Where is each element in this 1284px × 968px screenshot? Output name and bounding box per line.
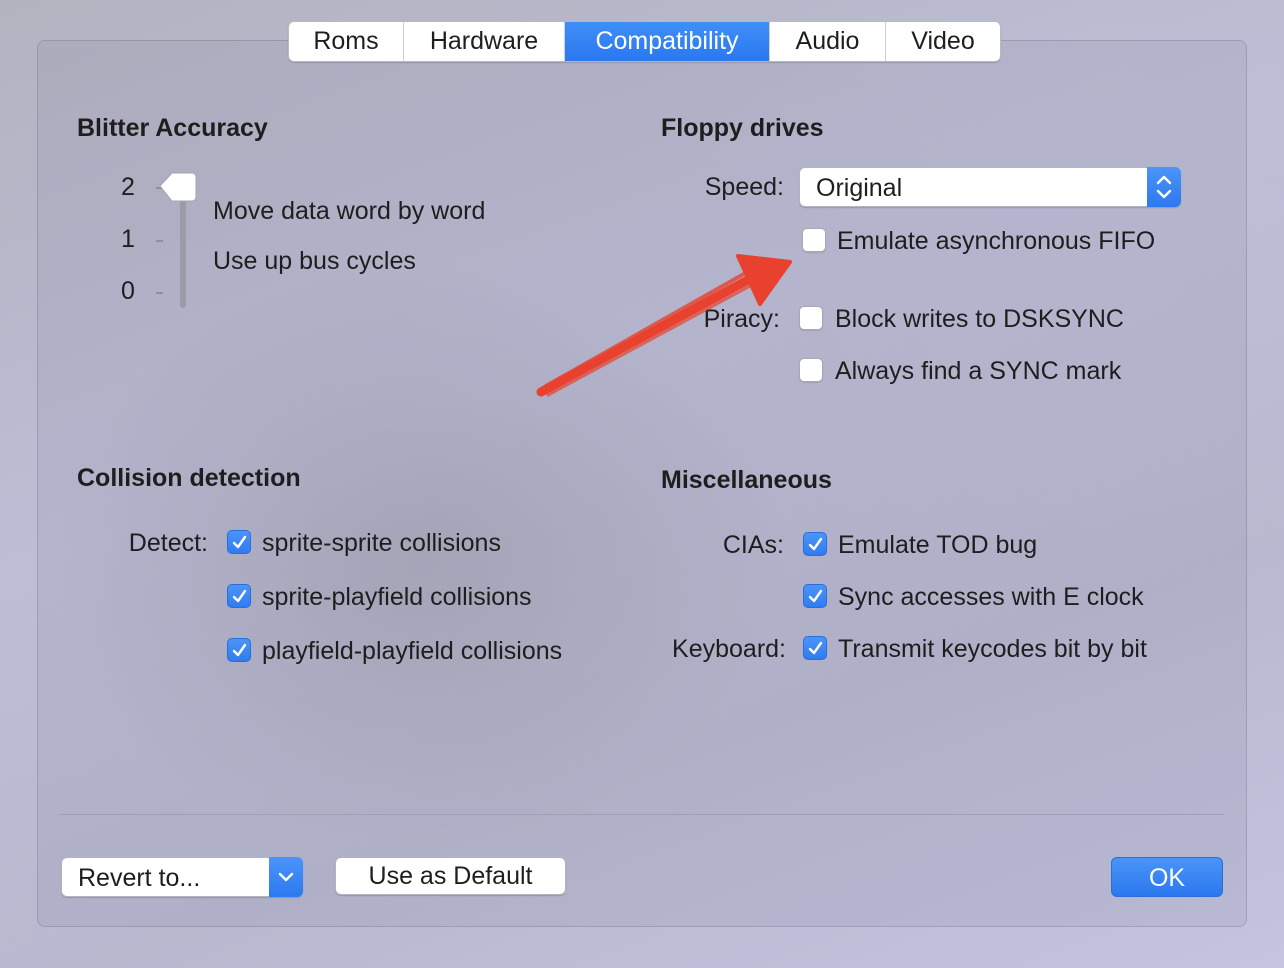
checkmark-icon <box>232 589 247 603</box>
ok-button[interactable]: OK <box>1111 857 1223 897</box>
speed-select[interactable]: Original <box>799 167 1181 207</box>
keyboard-label: Keyboard: <box>672 635 786 663</box>
footer-separator <box>60 814 1224 815</box>
tab-bar: Roms Hardware Compatibility Audio Video <box>288 21 1001 62</box>
playfield-playfield-checkbox[interactable] <box>227 638 251 662</box>
e-clock-checkbox[interactable] <box>803 584 827 608</box>
tab-roms[interactable]: Roms <box>289 22 404 61</box>
checkmark-icon <box>232 535 247 549</box>
tab-video[interactable]: Video <box>886 22 1000 61</box>
sprite-sprite-checkbox[interactable] <box>227 530 251 554</box>
miscellaneous-heading: Miscellaneous <box>661 466 832 494</box>
checkmark-icon <box>808 537 823 551</box>
sync-mark-label: Always find a SYNC mark <box>835 357 1122 385</box>
checkmark-icon <box>808 641 823 655</box>
sync-mark-checkbox[interactable] <box>799 358 823 382</box>
sprite-sprite-label: sprite-sprite collisions <box>262 529 501 557</box>
speed-select-value: Original <box>816 174 903 202</box>
tod-bug-checkbox[interactable] <box>803 532 827 556</box>
revert-to-label: Revert to... <box>78 864 201 892</box>
e-clock-label: Sync accesses with E clock <box>838 583 1144 611</box>
slider-tick <box>156 240 163 242</box>
tod-bug-label: Emulate TOD bug <box>838 531 1038 559</box>
async-fifo-label: Emulate asynchronous FIFO <box>837 227 1156 255</box>
checkmark-icon <box>232 643 247 657</box>
speed-label: Speed: <box>704 173 784 201</box>
detect-label: Detect: <box>128 529 208 557</box>
slider-tick <box>156 292 163 294</box>
playfield-playfield-label: playfield-playfield collisions <box>262 637 563 665</box>
keycodes-label: Transmit keycodes bit by bit <box>838 635 1147 663</box>
use-as-default-button[interactable]: Use as Default <box>335 857 566 895</box>
blitter-accuracy-slider[interactable] <box>180 190 186 308</box>
block-writes-label: Block writes to DSKSYNC <box>835 305 1124 333</box>
blitter-desc-1: Move data word by word <box>213 197 486 225</box>
collision-detection-heading: Collision detection <box>77 464 301 492</box>
sprite-playfield-label: sprite-playfield collisions <box>262 583 532 611</box>
tab-audio[interactable]: Audio <box>770 22 886 61</box>
blitter-level-0: 0 <box>121 277 135 305</box>
slider-knob[interactable] <box>158 171 198 205</box>
async-fifo-checkbox[interactable] <box>802 228 826 252</box>
sprite-playfield-checkbox[interactable] <box>227 584 251 608</box>
blitter-accuracy-heading: Blitter Accuracy <box>77 114 268 142</box>
tab-compatibility[interactable]: Compatibility <box>565 22 770 61</box>
keycodes-checkbox[interactable] <box>803 636 827 660</box>
blitter-level-2: 2 <box>121 173 135 201</box>
tab-hardware[interactable]: Hardware <box>404 22 565 61</box>
floppy-drives-heading: Floppy drives <box>661 114 824 142</box>
up-down-chevron-icon <box>1147 167 1181 207</box>
piracy-label: Piracy: <box>703 305 780 333</box>
cias-label: CIAs: <box>722 531 784 559</box>
blitter-desc-2: Use up bus cycles <box>213 247 416 275</box>
revert-to-select[interactable]: Revert to... <box>61 857 303 897</box>
blitter-level-1: 1 <box>121 225 135 253</box>
checkmark-icon <box>808 589 823 603</box>
chevron-down-icon <box>269 857 303 897</box>
block-writes-checkbox[interactable] <box>799 306 823 330</box>
